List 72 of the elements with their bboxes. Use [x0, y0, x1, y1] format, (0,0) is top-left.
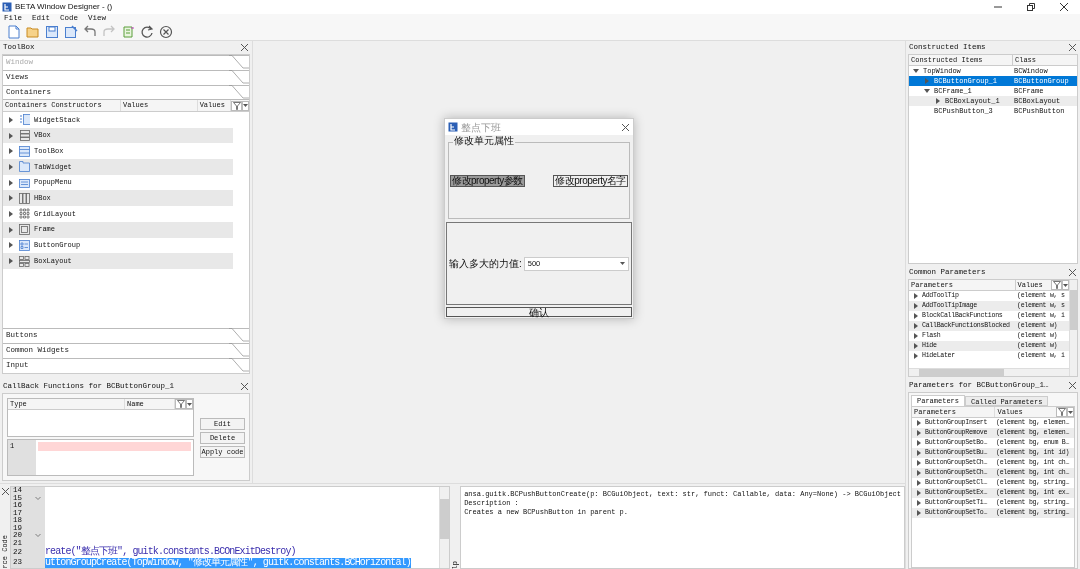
close-button[interactable] — [239, 381, 249, 392]
tab-widget-icon — [19, 161, 30, 173]
filter-button[interactable] — [1051, 280, 1062, 290]
button-group-icon — [19, 239, 30, 251]
toggle-button[interactable]: 修改property名字 — [553, 174, 628, 187]
scrollbar[interactable] — [1069, 280, 1077, 376]
cancel-icon — [158, 25, 173, 39]
close-button[interactable] — [1067, 380, 1077, 391]
scrollbar[interactable] — [909, 368, 1069, 376]
close-icon — [1067, 43, 1077, 52]
filter-icon — [232, 101, 241, 110]
menu-icon — [19, 177, 30, 189]
dropdown-button[interactable] — [1062, 280, 1069, 290]
filter-button[interactable] — [231, 100, 242, 111]
undo-icon — [82, 25, 97, 39]
close-icon — [239, 43, 249, 52]
grid-icon — [19, 208, 30, 220]
group-title: 修改单元属性 — [453, 136, 515, 146]
tab-corner-icon — [229, 70, 249, 85]
scrollbar[interactable] — [439, 487, 450, 568]
caret-icon — [243, 103, 248, 108]
close-icon — [1067, 381, 1077, 390]
close-icon — [620, 122, 630, 132]
vertical-box-icon — [19, 130, 30, 142]
refresh-icon — [139, 25, 154, 39]
minimize-icon — [993, 3, 1002, 11]
toolbar-button[interactable] — [139, 24, 154, 40]
toolbar-button[interactable] — [63, 24, 78, 40]
dropdown-arrow-icon — [620, 261, 625, 266]
close-icon — [1059, 3, 1068, 11]
tab-corner-icon — [229, 328, 249, 343]
dropdown-button[interactable] — [242, 100, 249, 111]
field-label: 输入多大的力值: — [449, 257, 522, 271]
expand-arrow-icon[interactable] — [934, 97, 942, 105]
close-button[interactable] — [0, 486, 10, 496]
restore-icon — [1026, 3, 1035, 11]
tab-corner-icon — [229, 85, 249, 100]
redo-icon — [101, 25, 116, 39]
close-icon — [239, 382, 249, 391]
collapse-arrow-icon[interactable] — [923, 87, 931, 95]
close-icon — [1067, 268, 1077, 277]
app-logo-icon — [448, 122, 458, 132]
dropdown-button[interactable] — [186, 399, 193, 409]
stacked-panels-icon — [19, 114, 30, 126]
toolbar-button[interactable] — [158, 24, 173, 40]
collapse-arrow-icon[interactable] — [912, 67, 920, 75]
confirm-button[interactable]: 确认 — [446, 307, 632, 317]
tab-corner-icon — [229, 343, 249, 358]
tab-corner-icon — [229, 358, 249, 373]
toolbar-button[interactable] — [44, 24, 59, 40]
save-as-icon — [63, 25, 78, 39]
frame-icon — [19, 224, 30, 236]
filter-button[interactable] — [175, 399, 186, 409]
box-layout-icon — [19, 255, 30, 267]
filter-button[interactable] — [1056, 407, 1067, 417]
script-icon — [120, 25, 135, 39]
dropdown-button[interactable] — [1067, 407, 1074, 417]
close-button[interactable] — [239, 42, 249, 53]
dialog-title: 整点下班 — [461, 120, 501, 135]
horizontal-box-icon — [19, 192, 30, 204]
close-button[interactable] — [620, 122, 630, 132]
filter-icon — [1052, 281, 1061, 289]
window-title: BETA Window Designer - () — [15, 1, 113, 13]
close-button[interactable] — [1067, 267, 1077, 278]
toolbox-icon — [19, 145, 30, 157]
filter-icon — [1057, 408, 1066, 416]
filter-icon — [176, 400, 185, 408]
code-line: reate("整点下班", guitk.constants.BCOnExitDestroy) — [45, 547, 296, 558]
tab-corner-icon — [229, 55, 249, 70]
close-button[interactable] — [1067, 42, 1077, 53]
toggle-button[interactable]: 修改property参数 — [450, 174, 525, 187]
close-icon — [0, 486, 10, 496]
